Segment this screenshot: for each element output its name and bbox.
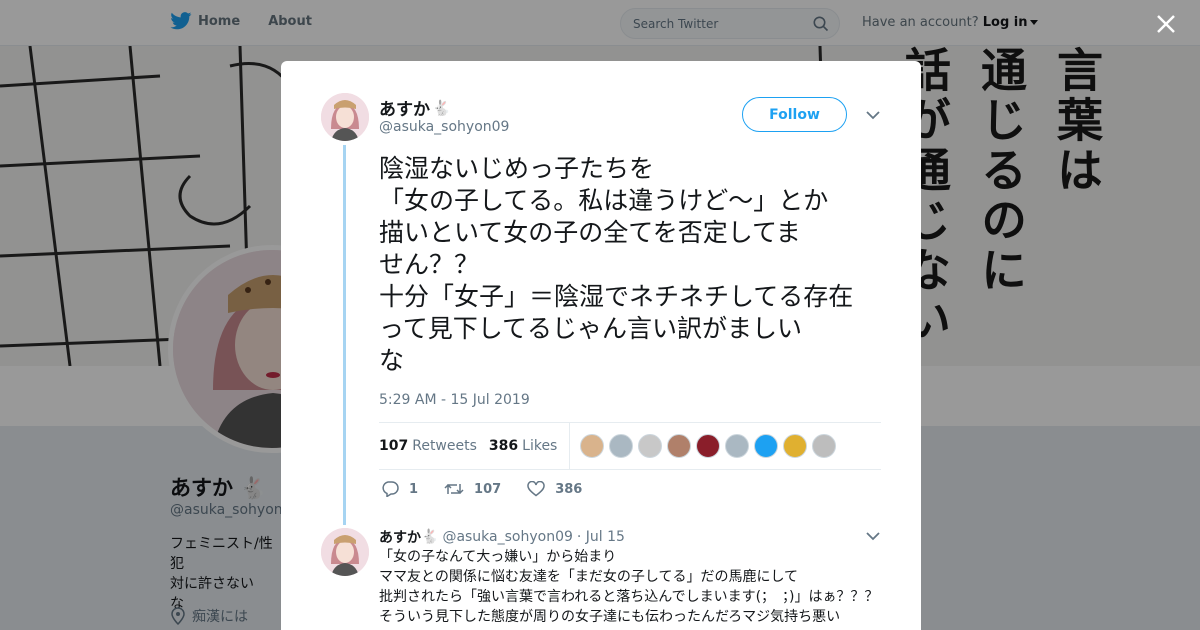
stats-divider [569, 422, 571, 470]
reply-author-handle[interactable]: @asuka_sohyon09 [442, 529, 572, 545]
follow-button[interactable]: Follow [742, 97, 847, 132]
like-action[interactable]: 386 [527, 481, 582, 497]
avatar-illustration [321, 528, 369, 576]
author-avatar[interactable] [321, 93, 369, 141]
likes-count: 386 [488, 438, 519, 454]
liker-avatar[interactable] [812, 434, 837, 458]
tweet-permalink-modal: あすか 🐇 @asuka_sohyon09 Follow 陰湿ないじめっ子たちを … [281, 61, 921, 630]
thread-connector-line [343, 145, 346, 525]
tweet-actions: 1 107 386 [381, 481, 608, 497]
author-handle[interactable]: @asuka_sohyon09 [379, 119, 509, 135]
rabbit-icon: 🐇 [421, 529, 439, 545]
reply-header: あすか 🐇 @asuka_sohyon09 · Jul 15 [379, 527, 625, 547]
tweet-stats: 107 Retweets 386 Likes [379, 422, 881, 470]
liker-avatar[interactable] [580, 434, 605, 458]
avatar-illustration [321, 93, 369, 141]
author-name-text: あすか [379, 100, 430, 120]
retweets-count: 107 [379, 438, 409, 454]
retweet-count: 107 [474, 481, 502, 497]
liker-avatar[interactable] [638, 434, 663, 458]
liker-avatar[interactable] [609, 434, 634, 458]
likes-stat[interactable]: 386 Likes [489, 438, 557, 454]
liker-avatars [580, 434, 837, 458]
reply-action[interactable]: 1 [381, 481, 418, 497]
liker-avatar[interactable] [725, 434, 750, 458]
retweets-stat[interactable]: 107 Retweets [379, 438, 477, 454]
reply-date[interactable]: · Jul 15 [577, 529, 625, 545]
reply-icon [382, 481, 399, 497]
author-name[interactable]: あすか 🐇 [379, 95, 451, 121]
retweet-icon [444, 483, 464, 495]
liker-avatar[interactable] [754, 434, 779, 458]
reply-text: 「女の子なんて大っ嫌い」から始まり ママ友との関係に悩む友達を「まだ女の子してる… [379, 549, 879, 625]
liker-avatar[interactable] [783, 434, 808, 458]
chevron-down-icon[interactable] [866, 531, 880, 541]
retweets-label: Retweets [412, 438, 477, 454]
tweet-timestamp[interactable]: 5:29 AM - 15 Jul 2019 [379, 392, 530, 408]
chevron-down-icon[interactable] [866, 110, 880, 120]
rabbit-icon: 🐇 [432, 98, 451, 117]
reply-count: 1 [409, 481, 419, 497]
like-count: 386 [555, 481, 583, 497]
liker-avatar[interactable] [667, 434, 692, 458]
likes-label: Likes [522, 438, 558, 454]
reply-author-name[interactable]: あすか [379, 527, 421, 547]
reply-author-avatar[interactable] [321, 528, 369, 576]
close-icon[interactable] [1154, 12, 1178, 36]
tweet-text: 陰湿ないじめっ子たちを 「女の子してる。私は違うけど〜」とか 描いといて女の子の… [379, 154, 854, 375]
liker-avatar[interactable] [696, 434, 721, 458]
heart-icon [527, 481, 545, 497]
retweet-action[interactable]: 107 [444, 481, 501, 497]
